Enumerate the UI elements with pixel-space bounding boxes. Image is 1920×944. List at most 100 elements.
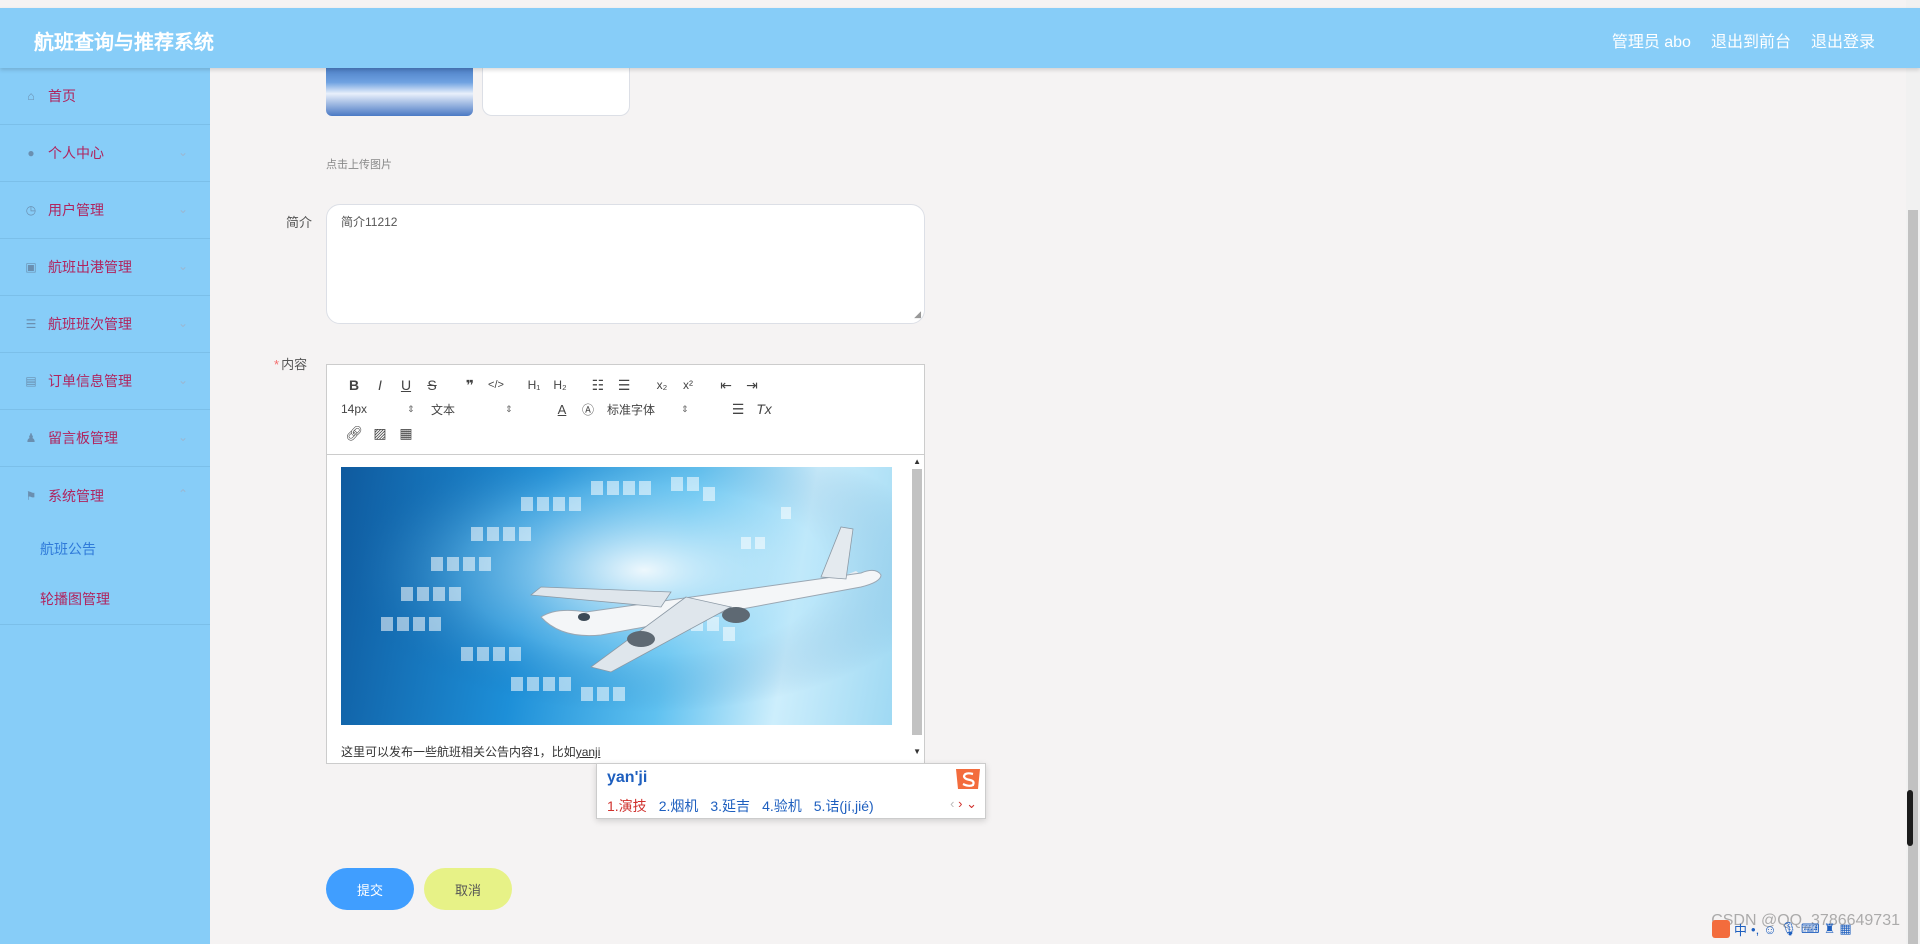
- intro-label: 简介: [286, 215, 313, 230]
- exit-to-frontend-link[interactable]: 退出到前台: [1711, 28, 1791, 52]
- cancel-button[interactable]: 取消: [424, 868, 512, 910]
- editor-content-area[interactable]: 这里可以发布一些航班相关公告内容1，比如yanji ▲ ▼: [327, 455, 924, 763]
- chevron-down-icon: ⌄: [177, 316, 188, 330]
- clear-format-icon[interactable]: Tx: [751, 399, 777, 419]
- heading2-icon[interactable]: H₂: [547, 375, 573, 395]
- sidebar-item-system-management[interactable]: ⚑ 系统管理 ⌃: [0, 467, 210, 524]
- bold-icon[interactable]: B: [341, 375, 367, 395]
- chevron-left-icon[interactable]: ‹: [950, 796, 954, 811]
- home-icon: ⌂: [27, 89, 35, 103]
- content-label-text: 内容: [281, 357, 308, 372]
- outdent-icon[interactable]: ⇤: [713, 375, 739, 395]
- align-icon[interactable]: ☰: [725, 399, 751, 419]
- punctuation-icon[interactable]: •,: [1751, 922, 1759, 937]
- editor-toolbar: B I U S ❞ </> H₁ H₂ ☷ ☰ x₂ x² ⇤ ⇥ 14px ⇕ …: [327, 365, 924, 455]
- sidebar-item-user-management[interactable]: ◷ 用户管理 ⌄: [0, 182, 210, 239]
- ime-candidate-4[interactable]: 4.验机: [762, 796, 802, 816]
- airplane-illustration: [341, 467, 892, 725]
- chevron-up-icon: ⌃: [177, 487, 188, 501]
- sidebar-subitem-carousel[interactable]: 轮播图管理: [0, 574, 210, 624]
- sidebar-item-departure-management[interactable]: ▣ 航班出港管理 ⌄: [0, 239, 210, 296]
- bullet-list-icon[interactable]: ☰: [611, 375, 637, 395]
- superscript-icon[interactable]: x²: [675, 375, 701, 395]
- link-icon[interactable]: 🔗︎: [341, 423, 367, 443]
- ime-candidate-3[interactable]: 3.延吉: [710, 796, 750, 816]
- header-links: 管理员 abo 退出到前台 退出登录: [1612, 28, 1875, 52]
- indent-icon[interactable]: ⇥: [739, 375, 765, 395]
- uploaded-image-thumbnail[interactable]: [326, 60, 473, 116]
- subscript-icon[interactable]: x₂: [649, 375, 675, 395]
- sogou-logo-icon: [956, 769, 980, 789]
- italic-icon[interactable]: I: [367, 375, 393, 395]
- sidebar-item-label: 个人中心: [48, 145, 104, 161]
- clipboard-check-icon: ▤: [25, 374, 37, 388]
- chevron-right-icon[interactable]: ›: [958, 796, 962, 811]
- skin-icon[interactable]: ♜: [1824, 921, 1836, 937]
- user-icon: ●: [27, 146, 35, 160]
- sidebar-item-label: 首页: [48, 88, 76, 104]
- app-title: 航班查询与推荐系统: [34, 32, 214, 54]
- ordered-list-icon[interactable]: ☷: [585, 375, 611, 395]
- blockquote-icon[interactable]: ❞: [457, 375, 483, 395]
- admin-user-link[interactable]: 管理员 abo: [1612, 28, 1691, 52]
- floating-widget-bar: [1907, 790, 1913, 846]
- font-color-icon[interactable]: A: [549, 399, 575, 419]
- chevron-down-icon: ⌄: [177, 373, 188, 387]
- ime-status-bar: 中 •, ☺ 🎙︎ ⌨ ♜ ▦: [1712, 918, 1852, 940]
- emoji-icon[interactable]: ☺: [1763, 922, 1776, 937]
- microphone-icon[interactable]: 🎙︎: [1780, 921, 1797, 937]
- scroll-up-icon[interactable]: ▲: [913, 457, 921, 466]
- chevron-down-icon: ⌄: [177, 430, 188, 444]
- chevron-down-icon: ⌄: [177, 202, 188, 216]
- sidebar-subitem-flight-notice[interactable]: 航班公告: [0, 524, 210, 574]
- system-submenu: 航班公告 轮播图管理: [0, 524, 210, 625]
- menu-grid-icon[interactable]: ▦: [1839, 921, 1851, 937]
- chevron-down-icon[interactable]: ⌄: [966, 796, 977, 811]
- strikethrough-icon[interactable]: S: [419, 375, 445, 395]
- ime-mode-label[interactable]: 中: [1734, 920, 1747, 939]
- ime-candidate-1[interactable]: 1.演技: [607, 796, 647, 816]
- underline-icon[interactable]: U: [393, 375, 419, 395]
- sidebar-item-label: 系统管理: [48, 487, 104, 504]
- clock-icon: ◷: [25, 203, 37, 217]
- ime-candidate-5[interactable]: 5.诘(jí,jié): [814, 796, 874, 816]
- chevron-down-icon: ⌄: [177, 145, 188, 159]
- image-icon[interactable]: ▨: [367, 423, 393, 443]
- content-text: 这里可以发布一些航班相关公告内容1，比如yanji: [341, 743, 600, 760]
- font-family-select[interactable]: 标准字体 ⇕: [607, 399, 725, 419]
- upload-image-slot[interactable]: [482, 60, 630, 116]
- ime-candidate-2[interactable]: 2.烟机: [659, 796, 699, 816]
- sidebar-item-message-board[interactable]: ♟ 留言板管理 ⌄: [0, 410, 210, 467]
- upload-hint: 点击上传图片: [326, 159, 392, 171]
- content-typing-text: yanji: [575, 745, 601, 759]
- block-type-select[interactable]: 文本 ⇕: [431, 399, 549, 419]
- intro-textarea[interactable]: 简介11212 ◢: [326, 204, 925, 324]
- scroll-down-icon[interactable]: ▼: [913, 747, 921, 756]
- editor-scrollbar-thumb[interactable]: [912, 469, 922, 735]
- content-image-airplane[interactable]: [341, 467, 892, 725]
- sidebar-item-label: 航班班次管理: [48, 316, 132, 332]
- sidebar-item-label: 订单信息管理: [48, 373, 132, 389]
- logout-link[interactable]: 退出登录: [1811, 28, 1875, 52]
- submit-button[interactable]: 提交: [326, 868, 414, 910]
- heading1-icon[interactable]: H₁: [521, 375, 547, 395]
- code-block-icon[interactable]: </>: [483, 375, 509, 395]
- sidebar-item-home[interactable]: ⌂ 首页: [0, 68, 210, 125]
- background-color-icon[interactable]: Ⓐ: [575, 399, 601, 419]
- top-strip: [0, 0, 1920, 8]
- sidebar-item-order-management[interactable]: ▤ 订单信息管理 ⌄: [0, 353, 210, 410]
- sidebar-item-personal-center[interactable]: ● 个人中心 ⌄: [0, 125, 210, 182]
- sidebar-item-label: 航班出港管理: [48, 259, 132, 275]
- flag-icon: ⚑: [25, 488, 37, 503]
- video-icon[interactable]: ▦: [393, 423, 419, 443]
- resize-handle-icon[interactable]: ◢: [914, 309, 921, 320]
- keyboard-icon[interactable]: ⌨: [1801, 921, 1820, 937]
- intro-value: 简介11212: [341, 215, 398, 229]
- sidebar-item-schedule-management[interactable]: ☰ 航班班次管理 ⌄: [0, 296, 210, 353]
- sidebar: ⌂ 首页 ● 个人中心 ⌄ ◷ 用户管理 ⌄ ▣ 航班出港管理 ⌄ ☰ 航班班次…: [0, 68, 210, 944]
- content-text-body: 这里可以发布一些航班相关公告内容1，比如: [341, 745, 576, 759]
- chevron-down-icon: ⌄: [177, 259, 188, 273]
- font-size-select[interactable]: 14px ⇕: [341, 399, 431, 419]
- sogou-status-icon[interactable]: [1712, 920, 1730, 938]
- select-arrow-icon: ⇕: [407, 403, 415, 414]
